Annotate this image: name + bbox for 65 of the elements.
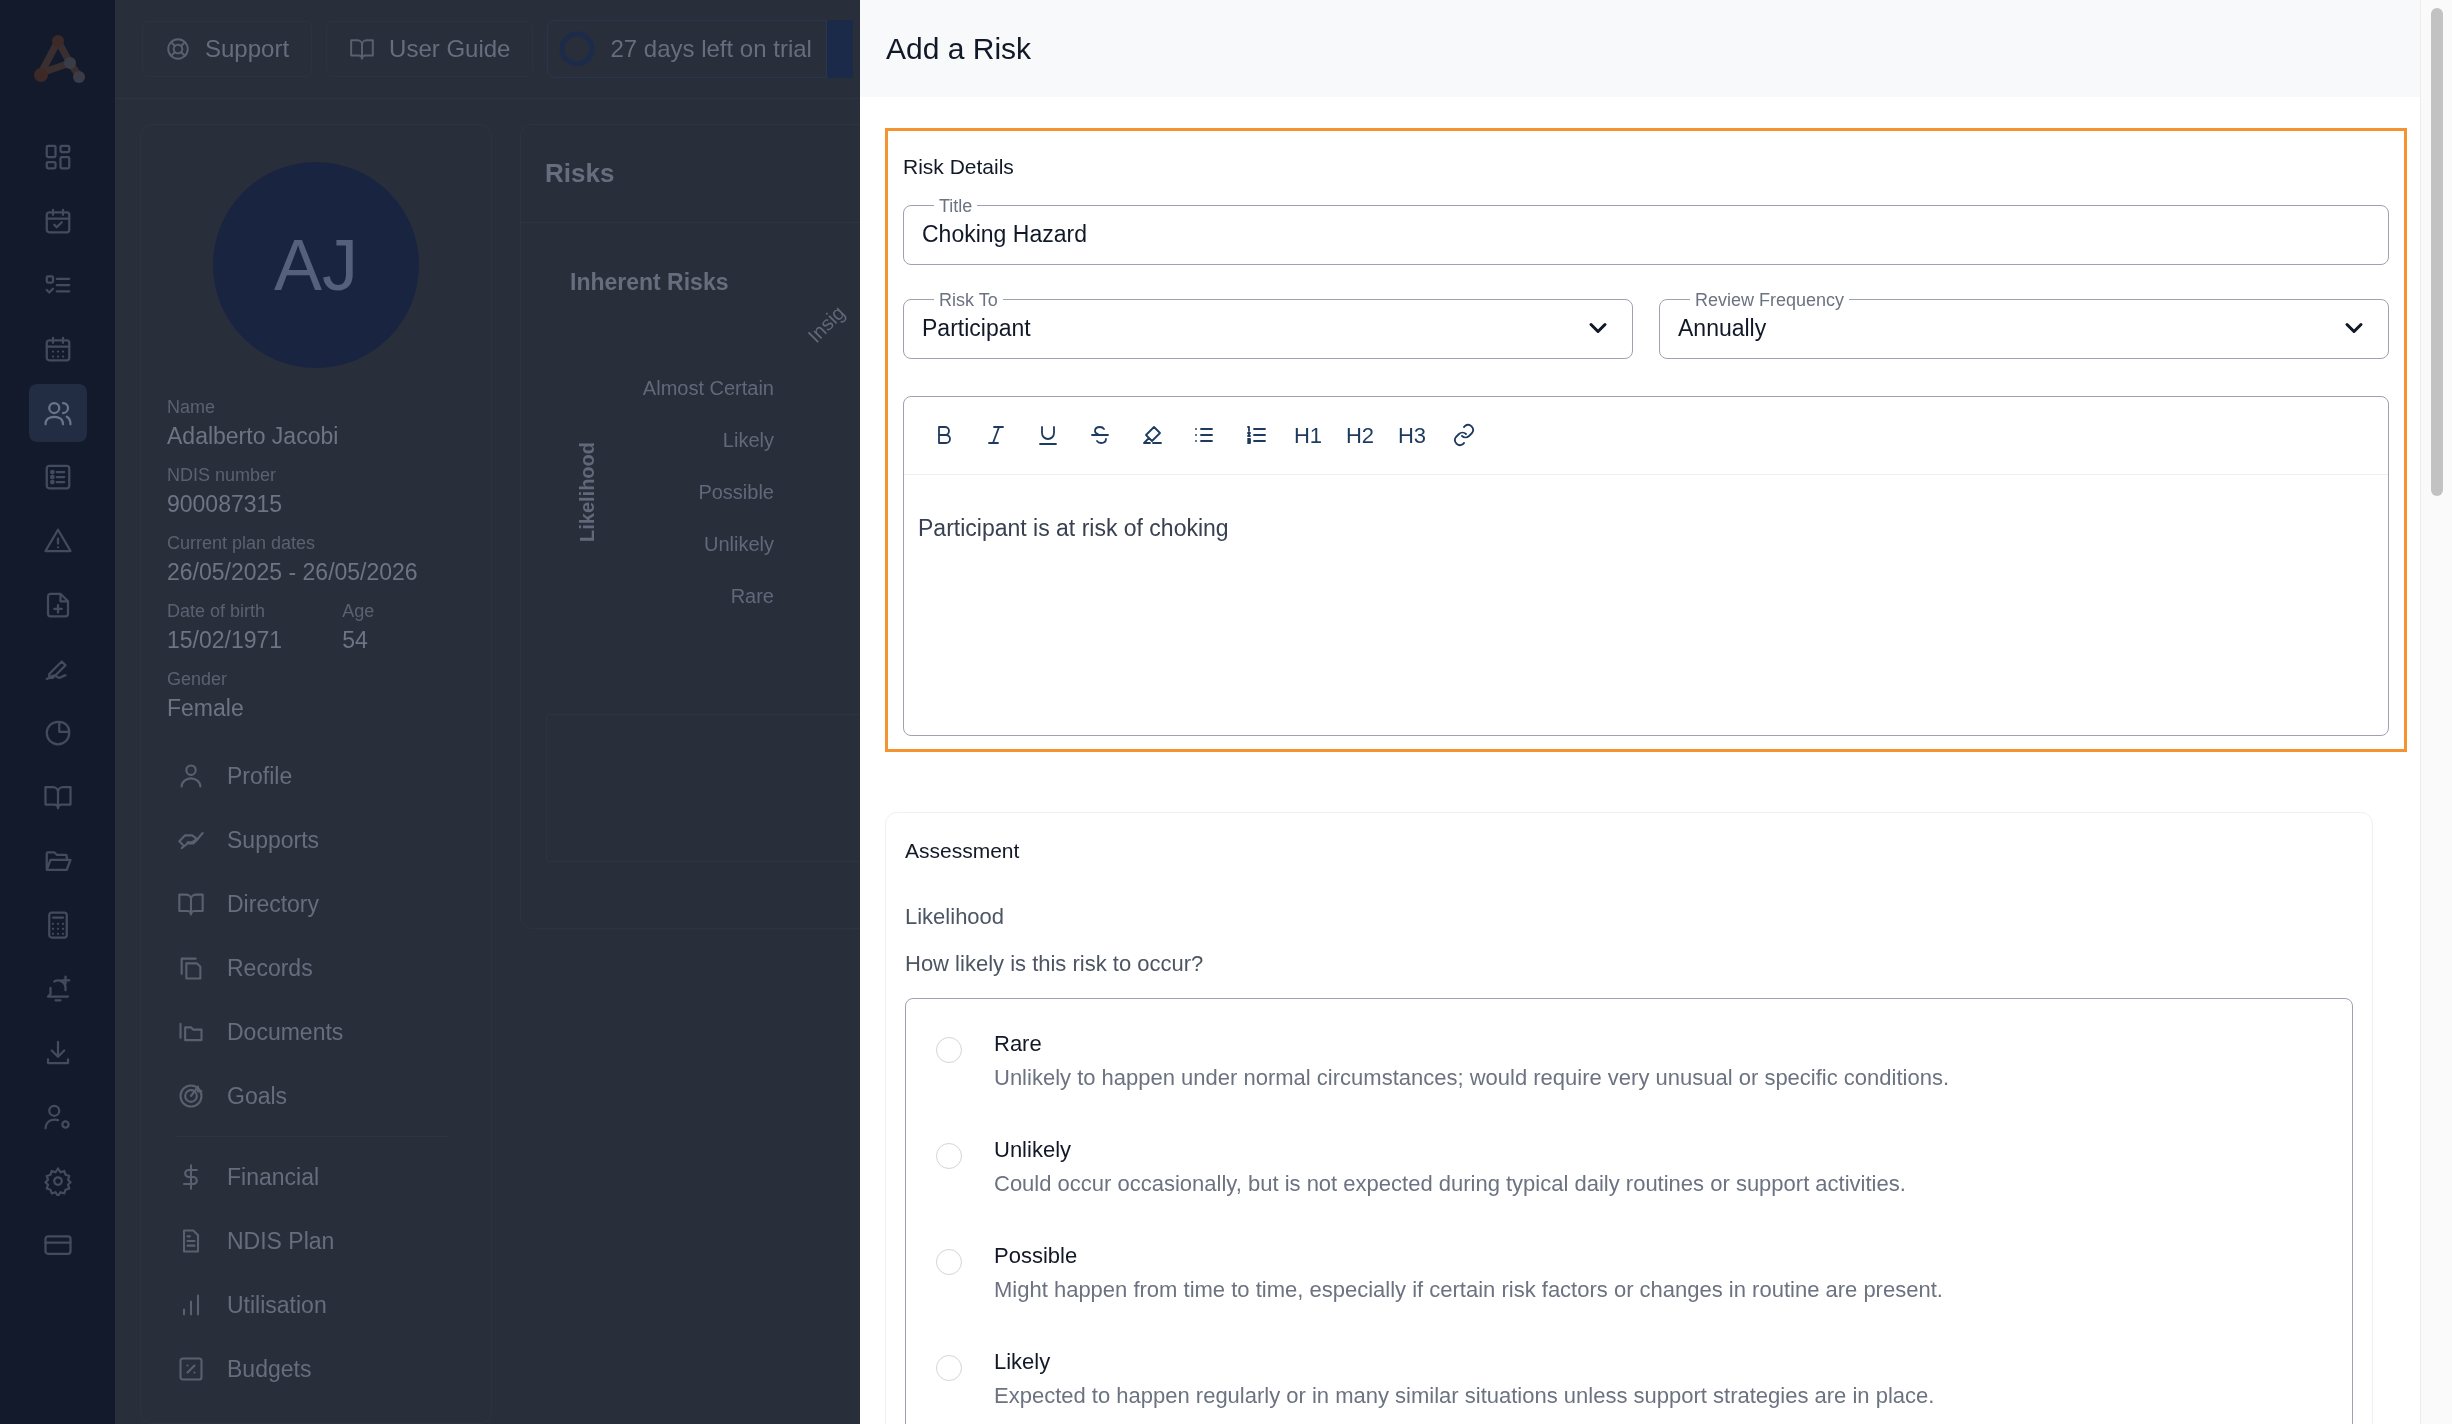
option-description: Might happen from time to time, especially if certain risk factors or changes in routine are present. (994, 1277, 1943, 1303)
percent-icon (177, 1355, 205, 1383)
field-value: 54 (342, 626, 369, 655)
text-editor[interactable]: H1 H2 H3 Participant is at risk of choking (903, 395, 2389, 736)
drawer-title: Add a Risk (886, 31, 1032, 67)
field-value: 26/05/2025 - 26/05/2026 (167, 558, 418, 587)
numbered-list-icon (1244, 423, 1268, 447)
axis-tick-label: Unlikely (703, 531, 774, 557)
text-field[interactable]: Title Choking Hazard (903, 196, 2389, 265)
option-title: Likely (994, 1349, 1052, 1375)
section-heading: Risk Details (903, 154, 1015, 180)
option-description: Could occur occasionally, but is not expected during typical daily routines or support activities. (994, 1171, 1906, 1197)
axis-tick-label: Almost Certain (642, 375, 774, 401)
support-button[interactable]: Support (142, 21, 313, 77)
editor-text[interactable]: Participant is at risk of choking (904, 474, 2388, 545)
select-field[interactable]: Review Frequency Annually (1659, 290, 2389, 359)
field-value: Female (167, 694, 244, 723)
field-value: 15/02/1971 (167, 626, 283, 655)
link-icon (1452, 423, 1476, 447)
nav-link[interactable]: Directory (177, 872, 491, 936)
nav-link[interactable]: Documents (177, 1000, 491, 1064)
strikethrough-icon (1088, 423, 1112, 447)
field-label: Likelihood (905, 903, 1006, 931)
nav-button[interactable] (28, 384, 87, 442)
select-field[interactable]: Risk To Participant (903, 290, 1633, 359)
axis-tick-label: Likely (722, 427, 774, 453)
highlighter-icon (1140, 423, 1164, 447)
card-title: Risks (545, 157, 615, 190)
nav-link[interactable]: Utilisation (177, 1273, 491, 1337)
nav-link[interactable]: Records (177, 936, 491, 1000)
lifebuoy-icon (165, 36, 191, 62)
option-title: Unlikely (994, 1137, 1073, 1163)
question-text: How likely is this risk to occur? (905, 950, 1205, 978)
target-icon (177, 1082, 205, 1110)
trial-text: 27 days left on trial (610, 34, 812, 64)
avatar-initials: AJ (274, 224, 358, 307)
heading-button[interactable]: H3 (1392, 415, 1432, 455)
nav-link[interactable]: Supports (177, 808, 491, 872)
scrollbar-thumb[interactable] (2430, 8, 2443, 496)
nav-link[interactable]: Goals (177, 1064, 491, 1128)
field-label: Review Frequency (1694, 290, 1846, 309)
book-icon (349, 36, 376, 62)
option-description: Unlikely to happen under normal circumstances; would require very unusual or specific conditions. (994, 1065, 1950, 1091)
field-value: Adalberto Jacobi (167, 422, 339, 451)
nav-link[interactable]: Financial (177, 1145, 491, 1209)
user-gear-icon (42, 1102, 73, 1132)
guide-button[interactable]: User Guide (326, 21, 534, 77)
option-description: Expected to happen regularly or in many similar situations unless support strategies are in place. (994, 1383, 1935, 1409)
option-title: Rare (994, 1031, 1043, 1057)
field-label: Title (938, 196, 974, 215)
axis-tick-label: Possible (698, 479, 774, 505)
section-heading: Assessment (905, 837, 1021, 864)
nav-link[interactable]: Profile (177, 744, 491, 808)
matrix-title: Inherent Risks (570, 268, 729, 297)
heading-button[interactable]: H2 (1340, 415, 1380, 455)
settings-icon (42, 1166, 73, 1196)
axis-tick-label: Rare (730, 583, 774, 609)
underline-icon (1036, 423, 1060, 447)
field-label: Risk To (938, 290, 999, 309)
nav-link[interactable]: NDIS Plan (177, 1209, 491, 1273)
axis-label: Likelihood (575, 441, 599, 542)
heading-button[interactable]: H1 (1288, 415, 1328, 455)
field-value: 900087315 (167, 490, 283, 519)
option-title: Possible (994, 1243, 1079, 1269)
nav-link[interactable]: Budgets (177, 1337, 491, 1401)
